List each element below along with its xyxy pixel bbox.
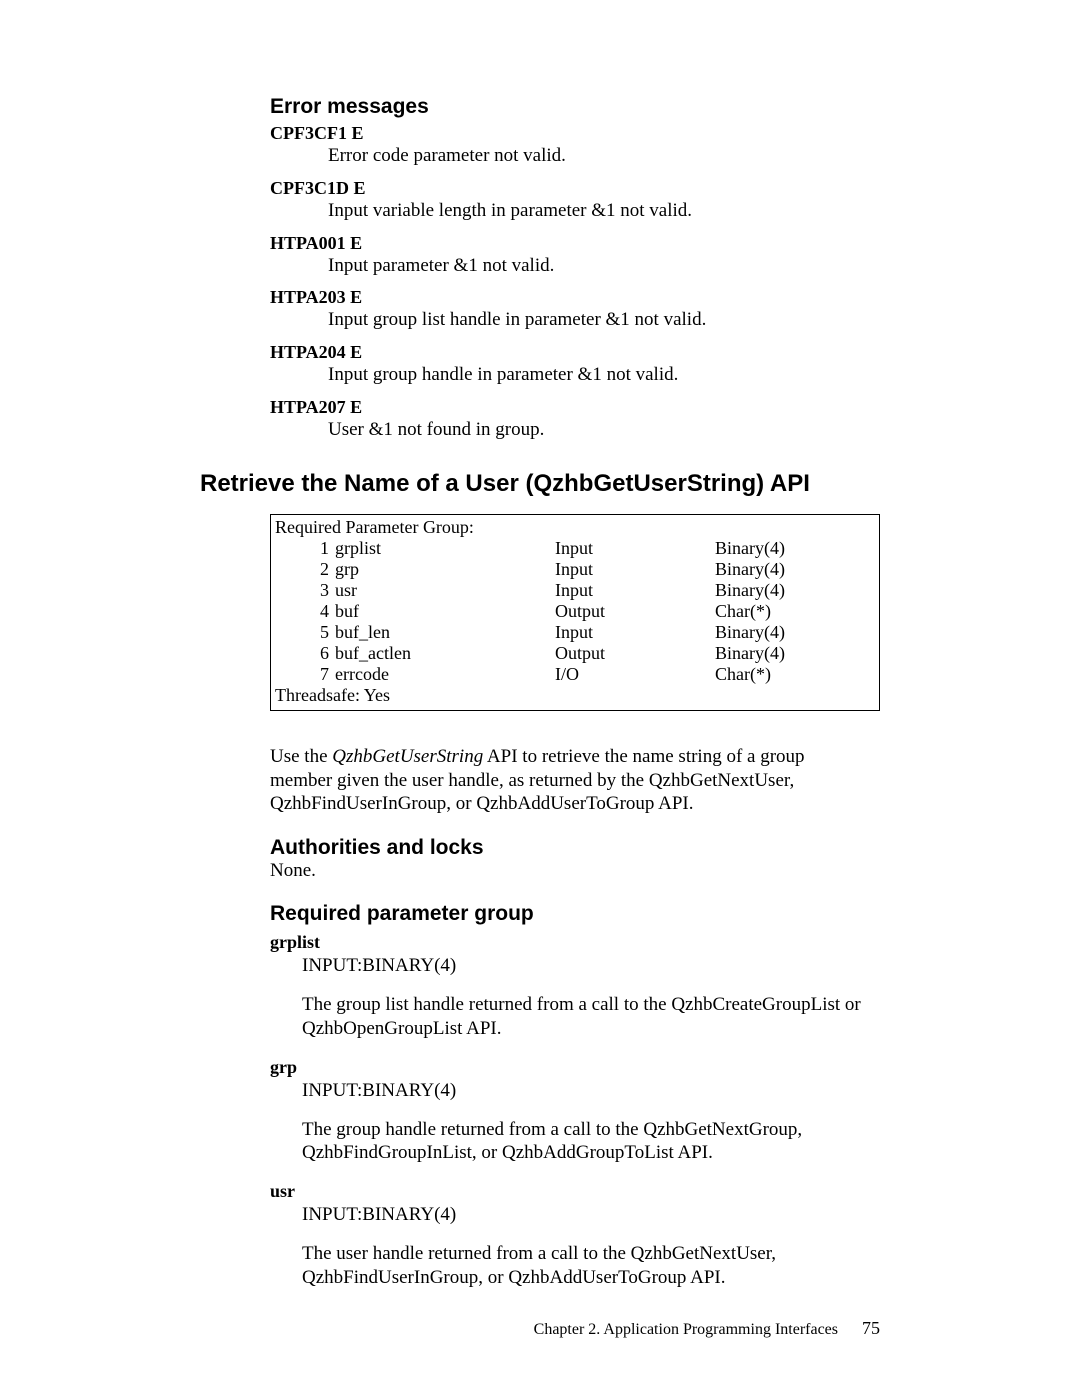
param-detail: grp INPUT:BINARY(4) The group handle ret… [270, 1057, 870, 1166]
footer-chapter: Chapter 2. Application Programming Inter… [534, 1321, 838, 1338]
param-row: 1 grplist Input Binary(4) [275, 538, 875, 559]
error-item: CPF3CF1 E Error code parameter not valid… [270, 123, 880, 168]
param-detail-name: usr [270, 1181, 870, 1202]
param-io: Input [555, 580, 715, 601]
param-detail-name: grp [270, 1057, 870, 1078]
param-num: 5 [275, 622, 335, 643]
parameter-group-box: Required Parameter Group: 1 grplist Inpu… [270, 514, 880, 711]
param-row: 6 buf_actlen Output Binary(4) [275, 643, 875, 664]
param-num: 6 [275, 643, 335, 664]
parambox-heading: Required Parameter Group: [275, 517, 875, 538]
param-detail: usr INPUT:BINARY(4) The user handle retu… [270, 1181, 870, 1290]
param-type: Char(*) [715, 664, 875, 685]
param-io: Input [555, 622, 715, 643]
error-desc: Input group handle in parameter &1 not v… [328, 364, 880, 387]
param-type: Binary(4) [715, 580, 875, 601]
param-type: Binary(4) [715, 622, 875, 643]
param-type: Binary(4) [715, 559, 875, 580]
error-desc: User &1 not found in group. [328, 419, 880, 442]
desc-pre: Use the [270, 746, 332, 767]
param-name: grp [335, 559, 555, 580]
param-type: Binary(4) [715, 538, 875, 559]
param-io: Output [555, 643, 715, 664]
param-num: 3 [275, 580, 335, 601]
param-detail-desc: The group list handle returned from a ca… [302, 993, 870, 1041]
footer-page-number: 75 [862, 1318, 880, 1338]
param-num: 2 [275, 559, 335, 580]
param-detail-name: grplist [270, 932, 870, 953]
param-row: 2 grp Input Binary(4) [275, 559, 875, 580]
param-name: buf [335, 601, 555, 622]
api-description: Use the QzhbGetUserString API to retriev… [270, 745, 870, 816]
error-code: HTPA203 E [270, 287, 880, 308]
param-detail-type: INPUT:BINARY(4) [302, 955, 870, 977]
param-detail-desc: The group handle returned from a call to… [302, 1118, 870, 1166]
error-item: HTPA207 E User &1 not found in group. [270, 397, 880, 442]
error-messages-heading: Error messages [270, 95, 880, 119]
param-io: I/O [555, 664, 715, 685]
param-io: Input [555, 538, 715, 559]
param-num: 4 [275, 601, 335, 622]
page-footer: Chapter 2. Application Programming Inter… [534, 1318, 880, 1339]
param-type: Char(*) [715, 601, 875, 622]
param-name: usr [335, 580, 555, 601]
param-name: buf_len [335, 622, 555, 643]
required-param-heading: Required parameter group [270, 902, 880, 926]
error-desc: Input group list handle in parameter &1 … [328, 309, 880, 332]
param-row: 4 buf Output Char(*) [275, 601, 875, 622]
error-item: HTPA203 E Input group list handle in par… [270, 287, 880, 332]
error-code: HTPA204 E [270, 342, 880, 363]
desc-ital: QzhbGetUserString [332, 746, 483, 767]
error-item: HTPA001 E Input parameter &1 not valid. [270, 233, 880, 278]
param-detail-type: INPUT:BINARY(4) [302, 1204, 870, 1226]
api-title: Retrieve the Name of a User (QzhbGetUser… [200, 470, 880, 498]
error-code: HTPA001 E [270, 233, 880, 254]
param-io: Output [555, 601, 715, 622]
error-code: HTPA207 E [270, 397, 880, 418]
error-code: CPF3C1D E [270, 178, 880, 199]
param-name: grplist [335, 538, 555, 559]
error-desc: Error code parameter not valid. [328, 145, 880, 168]
param-detail-type: INPUT:BINARY(4) [302, 1080, 870, 1102]
param-row: 3 usr Input Binary(4) [275, 580, 875, 601]
param-row: 7 errcode I/O Char(*) [275, 664, 875, 685]
error-desc: Input parameter &1 not valid. [328, 255, 880, 278]
param-detail: grplist INPUT:BINARY(4) The group list h… [270, 932, 870, 1041]
threadsafe-line: Threadsafe: Yes [275, 685, 875, 706]
param-num: 7 [275, 664, 335, 685]
param-detail-desc: The user handle returned from a call to … [302, 1242, 870, 1290]
error-desc: Input variable length in parameter &1 no… [328, 200, 880, 223]
param-name: errcode [335, 664, 555, 685]
param-num: 1 [275, 538, 335, 559]
authorities-body: None. [270, 860, 880, 882]
param-row: 5 buf_len Input Binary(4) [275, 622, 875, 643]
authorities-heading: Authorities and locks [270, 836, 880, 860]
param-type: Binary(4) [715, 643, 875, 664]
param-io: Input [555, 559, 715, 580]
param-name: buf_actlen [335, 643, 555, 664]
error-item: HTPA204 E Input group handle in paramete… [270, 342, 880, 387]
error-code: CPF3CF1 E [270, 123, 880, 144]
error-item: CPF3C1D E Input variable length in param… [270, 178, 880, 223]
